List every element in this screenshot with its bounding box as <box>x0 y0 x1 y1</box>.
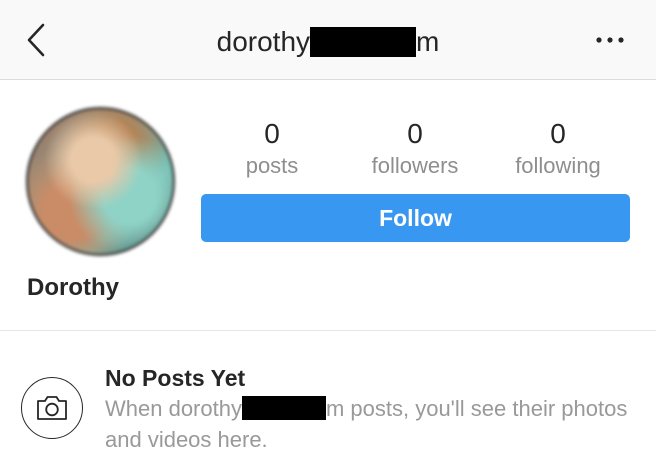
stat-following[interactable]: 0 following <box>483 116 633 180</box>
avatar[interactable] <box>26 107 175 256</box>
more-options-button[interactable] <box>590 26 630 54</box>
camera-icon <box>37 396 67 420</box>
camera-icon-circle <box>21 377 83 439</box>
empty-state-title: No Posts Yet <box>105 365 246 391</box>
empty-state-text: When dorothy m posts, you'll see their ph… <box>105 393 635 455</box>
section-divider <box>0 330 656 331</box>
username-prefix: dorothy <box>216 26 311 57</box>
posts-label: posts <box>245 153 299 178</box>
followers-count: 0 <box>407 118 423 149</box>
follow-button[interactable]: Follow <box>201 194 630 242</box>
followers-label: followers <box>371 153 459 178</box>
posts-count: 0 <box>264 118 280 149</box>
empty-text-prefix: When dorothy <box>105 396 242 421</box>
nav-header: dorothy m <box>0 0 656 80</box>
display-name: Dorothy <box>27 274 119 301</box>
following-label: following <box>515 153 601 178</box>
stat-posts[interactable]: 0 posts <box>197 116 347 180</box>
redaction-box <box>310 27 417 57</box>
redaction-box <box>241 396 326 420</box>
following-count: 0 <box>550 118 566 149</box>
page-title: dorothy m <box>0 22 656 62</box>
more-horizontal-icon <box>596 37 624 43</box>
stat-followers[interactable]: 0 followers <box>340 116 490 180</box>
username-suffix: m <box>416 26 440 57</box>
